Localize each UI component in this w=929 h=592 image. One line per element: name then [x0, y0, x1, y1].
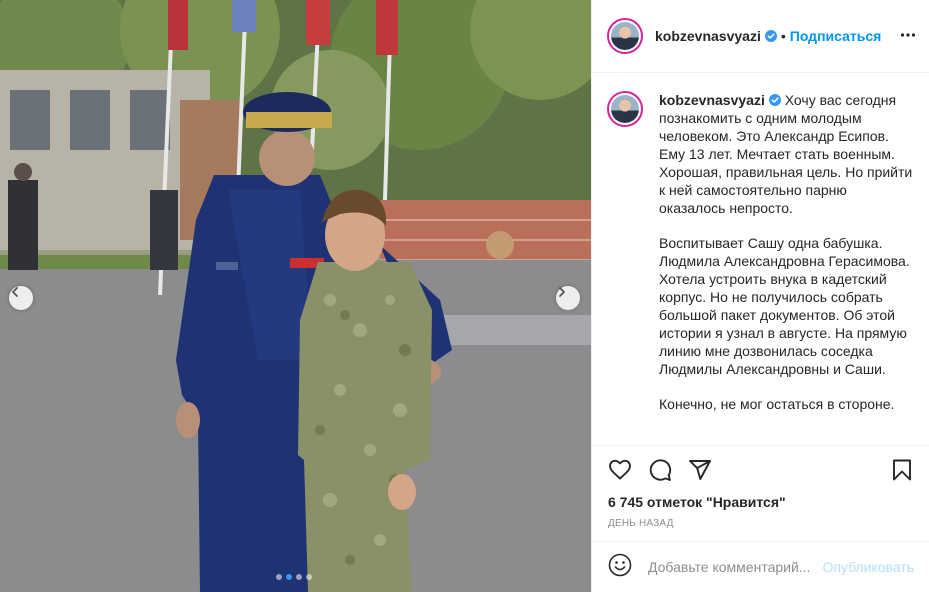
comment-input[interactable]	[648, 559, 818, 575]
comment-icon	[649, 459, 672, 481]
verified-badge-icon	[768, 94, 781, 106]
follow-button[interactable]: Подписаться	[790, 28, 882, 44]
carousel-dot	[306, 574, 312, 580]
chevron-right-icon	[559, 287, 565, 297]
carousel-dot	[286, 574, 292, 580]
comment-form: Опубликовать	[592, 541, 929, 592]
caption-text: Хочу вас сегодня познакомить с одним мол…	[659, 92, 913, 216]
post-time[interactable]: День назад	[608, 518, 674, 529]
post-header: kobzevnasvyazi • Подписаться	[592, 0, 929, 73]
caption-paragraph: Конечно, не мог остаться в стороне.	[659, 396, 895, 412]
header-username[interactable]: kobzevnasvyazi	[655, 28, 761, 44]
share-button[interactable]	[688, 458, 712, 487]
bookmark-icon	[893, 459, 911, 481]
more-horizontal-icon	[900, 33, 916, 37]
caption-paragraph: kobzevnasvyazi Хочу вас сегодня познаком…	[659, 91, 914, 217]
carousel-indicator	[276, 574, 312, 580]
carousel-prev-button[interactable]	[9, 286, 33, 310]
verified-badge-icon	[764, 30, 777, 42]
emoji-icon	[608, 553, 632, 576]
caption-username[interactable]: kobzevnasvyazi	[659, 92, 765, 108]
photo-illustration	[0, 0, 591, 592]
save-button[interactable]	[890, 458, 914, 487]
comment-button[interactable]	[648, 458, 672, 487]
post-side-panel: kobzevnasvyazi • Подписаться kobzevnasvy…	[591, 0, 929, 592]
more-options-button[interactable]	[900, 27, 916, 48]
caption-avatar[interactable]	[607, 91, 643, 127]
avatar[interactable]	[607, 18, 643, 54]
like-button[interactable]	[608, 458, 632, 487]
publish-button[interactable]: Опубликовать	[822, 559, 914, 575]
caption-body: kobzevnasvyazi Хочу вас сегодня познаком…	[659, 91, 914, 445]
post-photo[interactable]	[0, 0, 591, 592]
header-separator: •	[780, 28, 786, 44]
caption-paragraph: Воспитывает Сашу одна бабушка. Людмила А…	[659, 235, 910, 377]
emoji-button[interactable]	[608, 553, 632, 582]
likes-count[interactable]: 6 745 отметок "Нравится"	[608, 494, 786, 510]
post-caption: kobzevnasvyazi Хочу вас сегодня познаком…	[592, 73, 929, 445]
post-actions: 6 745 отметок "Нравится" День назад	[592, 445, 929, 541]
share-icon	[689, 460, 711, 480]
carousel-dot	[296, 574, 302, 580]
carousel-next-button[interactable]	[556, 286, 580, 310]
carousel-dot	[276, 574, 282, 580]
chevron-left-icon	[12, 287, 18, 297]
heart-icon	[609, 459, 631, 480]
